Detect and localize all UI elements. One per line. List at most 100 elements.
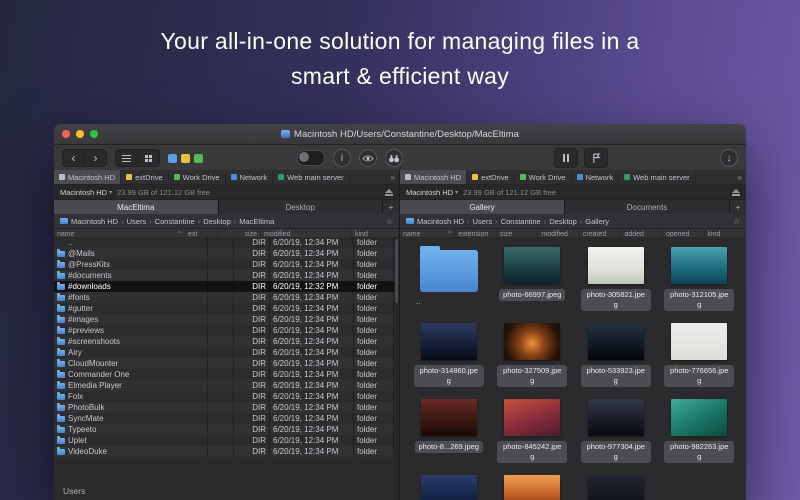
breadcrumb-item[interactable]: Users bbox=[127, 217, 147, 226]
drive-tab-extdrive[interactable]: extDrive bbox=[467, 170, 515, 184]
breadcrumb-item[interactable]: Desktop bbox=[203, 217, 231, 226]
drive-tab-extdrive[interactable]: extDrive bbox=[121, 170, 169, 184]
search-binoculars-button[interactable] bbox=[385, 149, 403, 167]
breadcrumb-item[interactable]: Gallery bbox=[585, 217, 609, 226]
drive-tab-macintosh-hd[interactable]: Macintosh HD bbox=[400, 170, 467, 184]
traffic-lights bbox=[54, 130, 98, 138]
file-row[interactable]: PhotoBulkDIR6/20/19, 12:34 PMfolder bbox=[54, 402, 394, 413]
drive-tab-web-main-server[interactable]: Web main server bbox=[619, 170, 696, 184]
gallery-item[interactable]: photo-8...269.jpeg bbox=[410, 399, 488, 475]
list-view-button[interactable] bbox=[116, 150, 138, 166]
green-app-shortcut-icon[interactable] bbox=[194, 154, 203, 163]
file-row[interactable]: CloudMounterDIR6/20/19, 12:34 PMfolder bbox=[54, 358, 394, 369]
scrollbar[interactable] bbox=[394, 237, 399, 500]
gallery-item[interactable]: photo-305821.jpeg bbox=[577, 247, 655, 323]
file-row[interactable]: Elmedia PlayerDIR6/20/19, 12:34 PMfolder bbox=[54, 380, 394, 391]
blue-app-shortcut-icon[interactable] bbox=[168, 154, 177, 163]
file-row[interactable]: ..DIR6/20/19, 12:34 PMfolder bbox=[54, 237, 394, 248]
tab-maceltima[interactable]: MacEltima bbox=[54, 200, 219, 214]
file-row[interactable]: #downloadsDIR6/20/19, 12:32 PMfolder bbox=[54, 281, 394, 292]
file-name: Folx bbox=[68, 392, 83, 401]
drive-tab-macintosh-hd[interactable]: Macintosh HD bbox=[54, 170, 121, 184]
queue-pause-button[interactable] bbox=[554, 148, 578, 168]
breadcrumb-item[interactable]: Desktop bbox=[549, 217, 577, 226]
drive-selector-label: Macintosh HD bbox=[60, 188, 107, 197]
file-row[interactable]: #screenshootsDIR6/20/19, 12:34 PMfolder bbox=[54, 336, 394, 347]
add-tab-button[interactable]: + bbox=[383, 200, 399, 214]
overflow-chevron[interactable]: » bbox=[734, 170, 746, 184]
breadcrumb-item[interactable]: Macintosh HD bbox=[71, 217, 118, 226]
forward-button[interactable]: › bbox=[85, 150, 106, 166]
gallery-item[interactable]: photo-977304.jpeg bbox=[577, 399, 655, 475]
gallery-item-up[interactable]: .. bbox=[410, 247, 488, 323]
gallery-item[interactable]: photo-66997.jpeg bbox=[494, 247, 572, 323]
crumb-separator: › bbox=[467, 217, 470, 226]
tab-desktop[interactable]: Desktop bbox=[219, 200, 384, 214]
drive-tab-network[interactable]: Network bbox=[226, 170, 274, 184]
breadcrumb-item[interactable]: MacEltima bbox=[239, 217, 274, 226]
folder-icon bbox=[57, 405, 65, 411]
file-kind: folder bbox=[354, 292, 394, 303]
gallery-item[interactable]: photo-314860.jpeg bbox=[410, 323, 488, 399]
file-row[interactable]: TypeetoDIR6/20/19, 12:34 PMfolder bbox=[54, 424, 394, 435]
overflow-chevron[interactable]: » bbox=[387, 170, 399, 184]
file-row[interactable]: #documentsDIR6/20/19, 12:34 PMfolder bbox=[54, 270, 394, 281]
file-row[interactable]: Commander OneDIR6/20/19, 12:34 PMfolder bbox=[54, 369, 394, 380]
info-button[interactable]: i bbox=[333, 149, 351, 167]
gallery-item[interactable] bbox=[577, 475, 655, 500]
add-tab-button[interactable]: + bbox=[730, 200, 746, 214]
file-row[interactable]: @PressKitsDIR6/20/19, 12:34 PMfolder bbox=[54, 259, 394, 270]
breadcrumb-item[interactable]: Users bbox=[473, 217, 493, 226]
download-button[interactable]: ↓ bbox=[720, 149, 738, 167]
breadcrumb-item[interactable]: Constantine bbox=[501, 217, 541, 226]
breadcrumb-item[interactable]: Constantine bbox=[155, 217, 195, 226]
zoom-button[interactable] bbox=[90, 130, 98, 138]
folder-icon bbox=[57, 416, 65, 422]
drive-tab-label: Macintosh HD bbox=[414, 173, 461, 182]
file-row[interactable]: #gutterDIR6/20/19, 12:34 PMfolder bbox=[54, 303, 394, 314]
folder-icon bbox=[57, 251, 65, 257]
file-row[interactable]: FolxDIR6/20/19, 12:34 PMfolder bbox=[54, 391, 394, 402]
file-row[interactable]: AiryDIR6/20/19, 12:34 PMfolder bbox=[54, 347, 394, 358]
scrollbar-thumb[interactable] bbox=[395, 239, 398, 303]
file-row[interactable]: VideoDukeDIR6/20/19, 12:34 PMfolder bbox=[54, 446, 394, 457]
file-kind: folder bbox=[354, 347, 394, 358]
gallery-item[interactable]: photo-533923.jpeg bbox=[577, 323, 655, 399]
gallery-item[interactable]: photo-776656.jpeg bbox=[661, 323, 739, 399]
file-row[interactable]: #imagesDIR6/20/19, 12:34 PMfolder bbox=[54, 314, 394, 325]
breadcrumb-item[interactable]: Macintosh HD bbox=[417, 217, 464, 226]
file-kind: folder bbox=[354, 402, 394, 413]
gallery-item[interactable]: photo-312105.jpeg bbox=[661, 247, 739, 323]
folder-icon bbox=[420, 250, 478, 292]
file-row[interactable]: SyncMateDIR6/20/19, 12:34 PMfolder bbox=[54, 413, 394, 424]
tab-gallery[interactable]: Gallery bbox=[400, 200, 565, 214]
back-button[interactable]: ‹ bbox=[63, 150, 85, 166]
minimize-button[interactable] bbox=[76, 130, 84, 138]
drive-tab-network[interactable]: Network bbox=[572, 170, 620, 184]
close-button[interactable] bbox=[62, 130, 70, 138]
gallery-item[interactable] bbox=[494, 475, 572, 500]
gallery-item[interactable] bbox=[410, 475, 488, 500]
preview-eye-button[interactable] bbox=[359, 149, 377, 167]
drive-tab-work-drive[interactable]: Work Drive bbox=[515, 170, 572, 184]
dual-pane-toggle[interactable] bbox=[297, 150, 325, 166]
drive-selector[interactable]: Macintosh HD ▾ bbox=[60, 188, 112, 197]
file-row[interactable]: @MailsDIR6/20/19, 12:34 PMfolder bbox=[54, 248, 394, 259]
file-row[interactable]: UpletDIR6/20/19, 12:34 PMfolder bbox=[54, 435, 394, 446]
tab-documents[interactable]: Documents bbox=[565, 200, 730, 214]
flag-button[interactable] bbox=[584, 148, 608, 168]
drive-tab-work-drive[interactable]: Work Drive bbox=[169, 170, 226, 184]
gallery-item[interactable]: photo-327509.jpeg bbox=[494, 323, 572, 399]
favorite-star-icon[interactable]: ☆ bbox=[733, 217, 740, 226]
drive-tab-web-main-server[interactable]: Web main server bbox=[273, 170, 350, 184]
eject-icon[interactable] bbox=[385, 189, 393, 196]
gallery-item[interactable]: photo-982263.jpeg bbox=[661, 399, 739, 475]
file-row[interactable]: #fontsDIR6/20/19, 12:34 PMfolder bbox=[54, 292, 394, 303]
eject-icon[interactable] bbox=[732, 189, 740, 196]
gallery-item[interactable]: photo-845242.jpeg bbox=[494, 399, 572, 475]
drive-selector[interactable]: Macintosh HD ▾ bbox=[406, 188, 458, 197]
file-row[interactable]: #previewsDIR6/20/19, 12:34 PMfolder bbox=[54, 325, 394, 336]
favorite-star-icon[interactable]: ☆ bbox=[386, 217, 393, 226]
grid-view-button[interactable] bbox=[138, 150, 159, 166]
yellow-app-shortcut-icon[interactable] bbox=[181, 154, 190, 163]
